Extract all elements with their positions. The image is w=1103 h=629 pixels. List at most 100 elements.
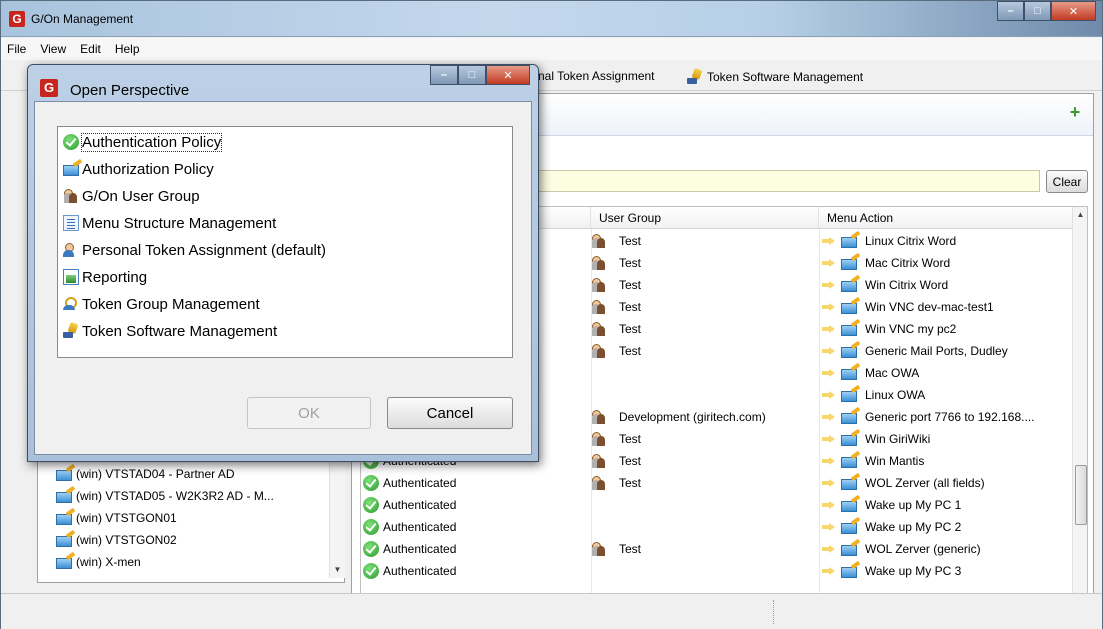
- menu-edit[interactable]: Edit: [80, 42, 101, 56]
- dialog-close-button[interactable]: ✕: [486, 65, 530, 85]
- table-row[interactable]: Authenticated Wake up My PC 2: [361, 516, 1073, 538]
- maximize-icon: □: [1034, 5, 1041, 17]
- user-group-cell: Test: [591, 472, 641, 494]
- close-icon: ✕: [503, 69, 513, 82]
- auth-label: Authenticated: [383, 476, 457, 490]
- menu-action-cell: Win Citrix Word: [821, 274, 948, 296]
- table-scrollbar[interactable]: ▲ ▼: [1072, 207, 1087, 617]
- arrow-right-icon: [821, 321, 837, 337]
- user-group-label: Test: [619, 278, 642, 292]
- add-icon[interactable]: +: [1067, 103, 1083, 121]
- menu-action-cell: Generic port 7766 to 192.168....: [821, 406, 1034, 428]
- menu-action-cell: Win GiriWiki: [821, 428, 930, 450]
- menu-view[interactable]: View: [40, 42, 66, 56]
- dialog-minimize-button[interactable]: –: [430, 65, 458, 85]
- status-bar: [1, 593, 1102, 629]
- list-item[interactable]: (win) VTSTGON02: [56, 530, 177, 550]
- list-item[interactable]: (win) VTSTGON01: [56, 508, 177, 528]
- menu-action-label: WOL Zerver (generic): [865, 542, 981, 556]
- user-group-icon: [63, 188, 79, 204]
- list-item[interactable]: (win) X-men: [56, 552, 141, 572]
- auth-label: Authenticated: [383, 520, 457, 534]
- user-group-cell: Test: [591, 538, 641, 560]
- perspective-token-software[interactable]: Token Software Management: [63, 318, 277, 344]
- scroll-up-icon[interactable]: ▲: [1073, 207, 1087, 223]
- ok-button[interactable]: OK: [247, 397, 371, 429]
- user-group-icon: [591, 453, 607, 469]
- user-group-cell: Test: [591, 318, 641, 340]
- perspective-reporting[interactable]: Reporting: [63, 264, 147, 290]
- toolbar-token-software-management[interactable]: Token Software Management: [687, 69, 863, 85]
- perspective-label: Authorization Policy: [82, 160, 214, 178]
- arrow-right-icon: [821, 431, 837, 447]
- user-group-cell: Test: [591, 230, 641, 252]
- table-row[interactable]: Authenticated Wake up My PC 1: [361, 494, 1073, 516]
- scrollbar-thumb[interactable]: [1075, 465, 1087, 525]
- menu-action-icon: [841, 523, 857, 534]
- table-row[interactable]: Authenticated Wake up My PC 3: [361, 560, 1073, 582]
- perspective-label: Personal Token Assignment (default): [82, 241, 327, 259]
- menu-help[interactable]: Help: [115, 42, 140, 56]
- list-item-label: (win) VTSTAD04 - Partner AD: [76, 467, 235, 481]
- minimize-button[interactable]: –: [997, 1, 1024, 21]
- user-group-icon: [591, 343, 607, 359]
- perspective-personal-token-assignment[interactable]: Personal Token Assignment (default): [63, 237, 326, 263]
- list-item[interactable]: (win) VTSTAD05 - W2K3R2 AD - M...: [56, 486, 274, 506]
- check-icon: [363, 563, 379, 579]
- perspective-user-group[interactable]: G/On User Group: [63, 183, 200, 209]
- arrow-right-icon: [821, 255, 837, 271]
- check-icon: [363, 519, 379, 535]
- window-controls: – □ ✕: [997, 1, 1096, 21]
- perspective-token-group[interactable]: Token Group Management: [63, 291, 260, 317]
- user-group-cell: Test: [591, 274, 641, 296]
- menu-action-label: Generic Mail Ports, Dudley: [865, 344, 1008, 358]
- menu-file[interactable]: File: [7, 42, 26, 56]
- cancel-button[interactable]: Cancel: [387, 397, 513, 429]
- arrow-right-icon: [821, 519, 837, 535]
- column-header-menu-action[interactable]: Menu Action: [819, 207, 1073, 229]
- arrow-right-icon: [821, 343, 837, 359]
- perspective-authorization-policy[interactable]: Authorization Policy: [63, 156, 214, 182]
- menu-action-icon: [841, 303, 857, 314]
- menu-action-icon: [841, 545, 857, 556]
- authorization-icon: [56, 536, 72, 547]
- menu-action-label: Wake up My PC 3: [865, 564, 962, 578]
- app-logo-icon: G: [40, 79, 58, 97]
- close-button[interactable]: ✕: [1051, 1, 1096, 21]
- user-group-label: Test: [619, 454, 642, 468]
- menu-bar: File View Edit Help: [1, 38, 1102, 60]
- perspective-label: Reporting: [82, 268, 148, 286]
- person-icon: [63, 242, 79, 258]
- menu-action-icon: [841, 237, 857, 248]
- menu-action-label: Linux OWA: [865, 388, 926, 402]
- column-header-user-group[interactable]: User Group: [591, 207, 819, 229]
- perspective-authentication-policy[interactable]: Authentication Policy: [63, 129, 223, 155]
- arrow-right-icon: [821, 277, 837, 293]
- maximize-button[interactable]: □: [1024, 1, 1051, 21]
- left-list-scrollbar[interactable]: ▼: [329, 462, 345, 578]
- menu-action-icon: [841, 347, 857, 358]
- authorization-icon: [56, 492, 72, 503]
- arrow-right-icon: [821, 409, 837, 425]
- clear-button[interactable]: Clear: [1046, 170, 1088, 193]
- auth-cell: Authenticated: [363, 472, 456, 494]
- token-software-icon: [63, 323, 79, 339]
- check-icon: [363, 475, 379, 491]
- table-row[interactable]: Authenticated Test WOL Zerver (all fields): [361, 472, 1073, 494]
- menu-action-icon: [841, 479, 857, 490]
- toolbar-personal-token-assignment[interactable]: nal Token Assignment: [538, 69, 655, 83]
- user-group-cell: Test: [591, 296, 641, 318]
- list-item[interactable]: (win) VTSTAD04 - Partner AD: [56, 464, 234, 484]
- dialog-maximize-button[interactable]: □: [458, 65, 486, 85]
- auth-cell: Authenticated: [363, 494, 456, 516]
- user-group-label: Test: [619, 256, 642, 270]
- title-bar[interactable]: G G/On Management – □ ✕: [1, 1, 1102, 37]
- user-group-label: Test: [619, 542, 642, 556]
- perspective-menu-structure[interactable]: Menu Structure Management: [63, 210, 276, 236]
- scroll-down-icon[interactable]: ▼: [330, 562, 345, 578]
- list-item-label: (win) VTSTGON01: [76, 511, 177, 525]
- arrow-right-icon: [821, 475, 837, 491]
- user-group-label: Test: [619, 432, 642, 446]
- report-icon: [63, 269, 79, 285]
- table-row[interactable]: Authenticated Test WOL Zerver (generic): [361, 538, 1073, 560]
